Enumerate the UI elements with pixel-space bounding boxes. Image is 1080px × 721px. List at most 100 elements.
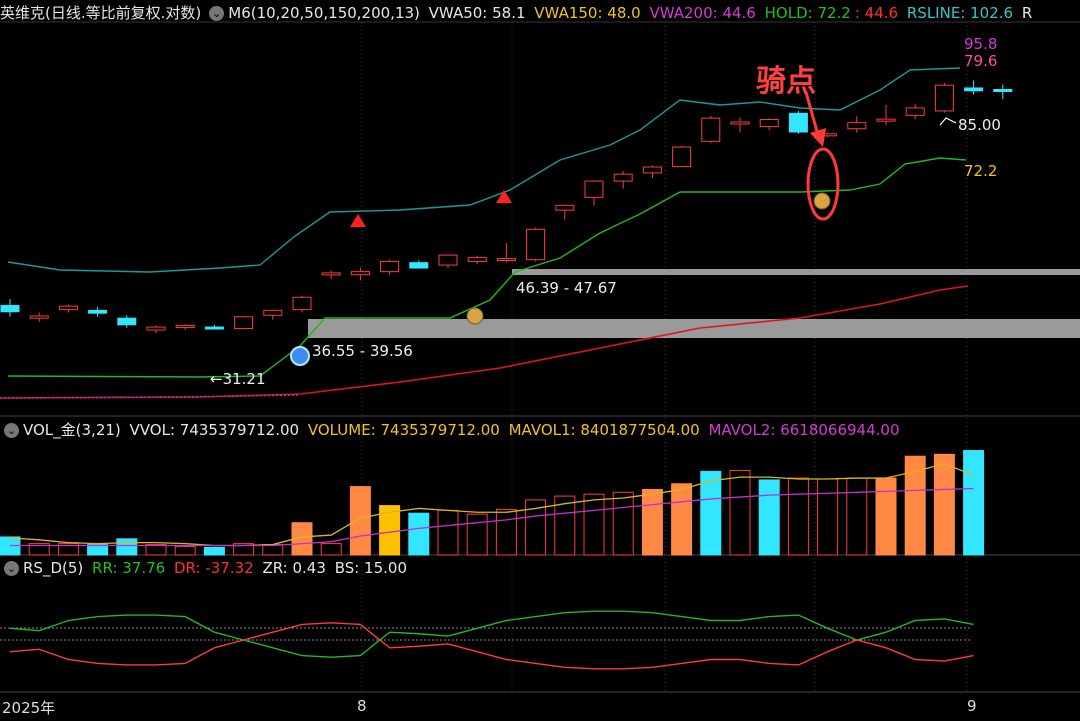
candle [234,316,254,330]
candlestick-series [0,80,1013,334]
candle-body [584,180,604,198]
volume-bar [933,453,955,556]
candle-body [555,204,575,211]
candle-body [934,84,954,112]
candle [117,315,137,328]
candle-body [117,317,137,326]
candle [88,306,108,317]
candle [321,270,341,280]
candle [263,309,283,320]
volume-bar [758,479,780,556]
candle [584,180,604,206]
candle-body [350,271,370,276]
candle-body [701,117,721,142]
hold-value: 72.2 [964,162,998,180]
candle-body [0,304,20,313]
rr-line [9,610,974,658]
candle [905,104,925,120]
candle-body [730,121,750,125]
candle-body [380,260,400,273]
arrow-head [810,128,826,147]
candle [467,255,487,265]
candle [759,118,779,131]
candle [58,304,78,313]
candle-body [438,254,458,266]
volume-bar [116,538,138,556]
warning-triangle-icon [350,214,366,227]
candle [204,324,224,330]
money-bag-icon [466,307,484,325]
candle [847,116,867,133]
grid-lines [0,21,1080,693]
stock-chart[interactable] [0,0,1080,721]
volume-bar [612,491,634,556]
candle [555,204,575,220]
money-bag-icon [813,192,831,210]
volume-bar [437,509,459,556]
rsline-value: 95.8 [964,35,998,53]
candle [438,254,458,269]
volume-bar [787,477,809,556]
warning-triangle-icon [496,190,512,203]
candle-body [321,272,341,276]
candle-body [993,89,1013,93]
volume-bar [729,469,751,556]
candle-body [146,326,166,331]
candle [672,145,692,168]
candle [642,165,662,179]
candle [292,295,312,313]
candle-body [234,316,254,330]
candle-body [526,228,546,261]
x-label-2025: 2025年 [2,699,56,717]
volume-bars [0,450,985,556]
high-arrow [939,117,957,126]
candle-body [175,325,195,329]
candle [175,324,195,331]
candle [934,82,954,113]
rs-lines [0,610,974,670]
x-label-8: 8 [357,697,367,715]
candle-body [905,107,925,116]
volume-bar [641,488,663,556]
candle [380,259,400,275]
x-label-9: 9 [967,697,977,715]
candle-body [263,309,283,316]
candle-body [204,326,224,330]
candle-body [672,146,692,168]
hold-line [7,157,967,378]
indicator-lines [0,67,969,399]
volume-bar [203,546,225,556]
candle-body [467,256,487,262]
candle-body [876,118,896,122]
candle [350,267,370,281]
volume-bar [320,543,342,556]
volume-bar [583,493,605,556]
rsline [7,67,961,273]
volume-bar [671,483,693,556]
volume-bar [817,478,839,556]
candle-body [292,296,312,311]
candle [788,110,808,134]
candle-body [496,258,516,262]
candle-body [613,173,633,182]
volume-bar [963,450,985,556]
volume-bar [875,477,897,556]
low-label: ←31.21 [210,370,266,388]
zone2-band [512,269,1080,275]
candle-body [58,305,78,311]
candle-body [88,309,108,314]
volume-bar [174,545,196,556]
candle-body [964,87,984,92]
candle [526,227,546,262]
volume-bar [495,508,517,556]
volume-bar [349,486,371,556]
volume-bar [408,512,430,556]
candle-body [847,122,867,130]
volume-bar [846,477,868,556]
candle-body [29,315,49,319]
support-zones [308,269,1080,338]
candle [730,117,750,133]
candle-body [642,166,662,174]
zone1-label: 36.55 - 39.56 [312,342,413,360]
candle-body [788,112,808,133]
